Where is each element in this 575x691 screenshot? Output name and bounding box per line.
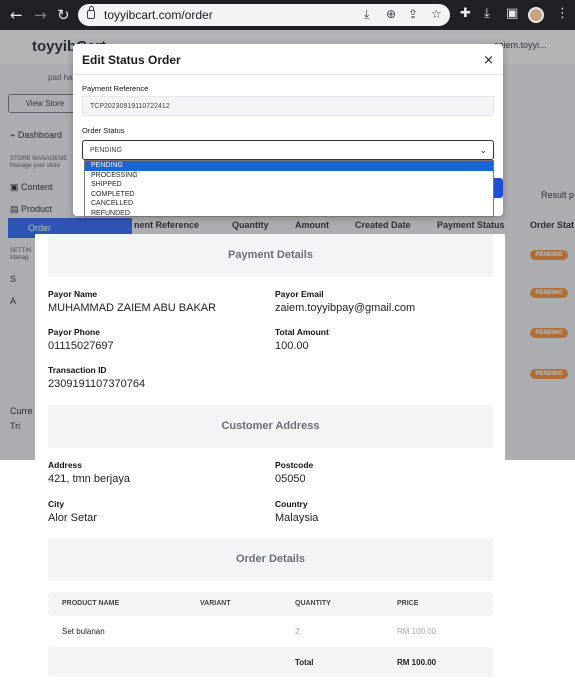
payor-phone-value: 01115027697	[48, 340, 114, 352]
sidepanel-icon[interactable]: ▣	[506, 6, 518, 21]
update-button-edge[interactable]	[493, 178, 503, 198]
order-details-heading: Order Details	[48, 538, 493, 581]
profile-avatar[interactable]	[528, 7, 544, 23]
share-icon[interactable]: ⇪	[408, 7, 418, 21]
col-product-name: PRODUCT NAME	[62, 600, 120, 607]
order-status-value: PENDING	[90, 147, 122, 154]
download-icon[interactable]: ⤓	[484, 6, 490, 21]
order-status-select[interactable]: PENDING ⌄	[82, 140, 494, 160]
row-quantity: 2	[295, 627, 300, 636]
back-icon[interactable]: ←	[10, 6, 23, 24]
total-amount-label: Total Amount	[275, 327, 329, 337]
order-status-dropdown[interactable]: PENDING PROCESSING SHIPPED COMPLETED CAN…	[84, 160, 494, 217]
transaction-id-value: 2309191107370764	[48, 378, 146, 390]
option-cancelled[interactable]: CANCELLED	[85, 199, 493, 209]
modal-title: Edit Status Order	[82, 53, 181, 67]
address-value: 421, tmn berjaya	[48, 473, 130, 485]
browser-toolbar: ← → ↻ toyyibcart.com/order ⤓ ⊕ ⇪ ☆ ✚ ⤓ ▣…	[0, 0, 575, 30]
payor-phone-label: Payor Phone	[48, 327, 100, 337]
option-shipped[interactable]: SHIPPED	[85, 180, 493, 190]
forward-icon[interactable]: →	[34, 6, 47, 24]
country-label: Country	[275, 499, 308, 509]
country-value: Malaysia	[275, 512, 319, 524]
menu-icon[interactable]: ⋮	[556, 6, 569, 21]
transaction-id-label: Transaction ID	[48, 365, 107, 375]
star-icon[interactable]: ☆	[431, 7, 442, 21]
total-amount-value: 100.00	[275, 340, 309, 352]
modal-divider	[73, 74, 503, 75]
payor-email-label: Payor Email	[275, 289, 324, 299]
address-label: Address	[48, 460, 83, 470]
city-value: Alor Setar	[48, 512, 97, 524]
payment-details-heading: Payment Details	[48, 234, 493, 277]
option-processing[interactable]: PROCESSING	[85, 171, 493, 181]
row-product-name: Set bulanan	[62, 627, 105, 636]
col-quantity: QUANTITY	[295, 600, 331, 607]
reload-icon[interactable]: ↻	[57, 6, 70, 24]
option-pending[interactable]: PENDING	[85, 161, 493, 171]
payment-reference-field: TCP20230919110722412	[82, 96, 494, 116]
extensions-icon[interactable]: ✚	[460, 6, 471, 21]
city-label: City	[48, 499, 65, 509]
payor-name-label: Payor Name	[48, 289, 98, 299]
col-variant: VARIANT	[200, 600, 231, 607]
url-text[interactable]: toyyibcart.com/order	[104, 8, 213, 22]
order-status-label: Order Status	[82, 126, 125, 135]
customer-address-heading: Customer Address	[48, 405, 493, 448]
col-price: PRICE	[397, 600, 419, 607]
payor-email-value: zaiem.toyyibpay@gmail.com	[275, 302, 416, 314]
option-completed[interactable]: COMPLETED	[85, 190, 493, 200]
payor-name-value: MUHAMMAD ZAIEM ABU BAKAR	[48, 302, 217, 314]
zoom-icon[interactable]: ⊕	[386, 7, 396, 21]
option-refunded[interactable]: REFUNDED	[85, 209, 493, 219]
install-icon[interactable]: ⤓	[364, 7, 369, 22]
address-bar[interactable]: toyyibcart.com/order ⤓ ⊕ ⇪ ☆	[78, 4, 450, 26]
payment-reference-label: Payment Reference	[82, 84, 149, 93]
close-icon[interactable]: ×	[483, 53, 494, 68]
total-label: Total	[295, 658, 314, 667]
chevron-down-icon: ⌄	[479, 146, 487, 156]
row-price: RM 100.00	[397, 627, 437, 636]
total-value: RM 100.00	[397, 658, 437, 667]
lock-icon[interactable]	[87, 6, 95, 19]
postcode-label: Postcode	[275, 460, 314, 470]
postcode-value: 05050	[275, 473, 306, 485]
